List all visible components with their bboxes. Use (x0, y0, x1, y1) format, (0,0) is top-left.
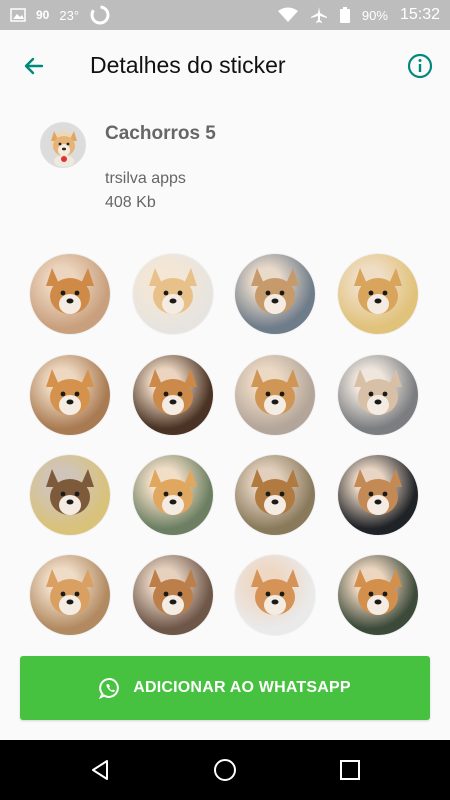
sticker-item[interactable] (235, 254, 315, 334)
image-notification-icon (10, 8, 26, 22)
status-bar: 90 23° 90% 15:32 (0, 0, 450, 30)
airplane-icon (310, 7, 327, 23)
sticker-item[interactable] (30, 254, 110, 334)
page-title: Detalhes do sticker (90, 52, 286, 78)
battery-percent: 90% (361, 7, 388, 23)
sync-icon (90, 5, 110, 25)
info-button[interactable] (406, 52, 434, 80)
sticker-grid (30, 254, 420, 635)
navigation-bar (0, 740, 450, 800)
sticker-item[interactable] (235, 455, 315, 535)
sticker-item[interactable] (133, 555, 213, 635)
status-number: 90 (36, 8, 50, 22)
nav-home-icon (214, 759, 236, 781)
sticker-item[interactable] (133, 355, 213, 435)
sticker-item[interactable] (133, 455, 213, 535)
clock: 15:32 (399, 6, 440, 23)
corgi-sticker-image (251, 369, 299, 415)
corgi-sticker-image (46, 469, 94, 515)
sticker-item[interactable] (30, 355, 110, 435)
pack-size: 408 Kb (105, 194, 156, 211)
corgi-sticker-image (149, 268, 197, 314)
add-button-label: ADICIONAR AO WHATSAPP (133, 679, 351, 696)
info-icon (407, 53, 433, 79)
sticker-item[interactable] (235, 355, 315, 435)
sticker-item[interactable] (133, 254, 213, 334)
pack-author: trsilva apps (105, 170, 186, 187)
nav-home-button[interactable] (213, 758, 237, 782)
corgi-sticker-image (354, 369, 402, 415)
corgi-sticker-image (354, 569, 402, 615)
battery-icon (339, 7, 350, 23)
corgi-sticker-image (149, 369, 197, 415)
add-to-whatsapp-button[interactable]: ADICIONAR AO WHATSAPP (20, 656, 430, 720)
pack-name: Cachorros 5 (105, 123, 216, 144)
corgi-sticker-image (354, 268, 402, 314)
nav-recents-icon (340, 760, 360, 780)
sticker-item[interactable] (338, 254, 418, 334)
corgi-sticker-image (354, 469, 402, 515)
corgi-sticker-image (46, 268, 94, 314)
sticker-item[interactable] (235, 555, 315, 635)
nav-recents-button[interactable] (339, 759, 361, 781)
sticker-item[interactable] (30, 555, 110, 635)
pack-tray-image (40, 122, 86, 168)
corgi-sticker-image (149, 569, 197, 615)
sticker-item[interactable] (30, 455, 110, 535)
nav-back-button[interactable] (88, 758, 112, 782)
sticker-item[interactable] (338, 555, 418, 635)
whatsapp-icon (99, 677, 120, 699)
arrow-left-icon (24, 57, 44, 75)
wifi-icon (277, 7, 298, 22)
app-bar: Detalhes do sticker (0, 30, 450, 102)
sticker-item[interactable] (338, 455, 418, 535)
temperature: 23° (59, 7, 80, 23)
back-button[interactable] (20, 52, 48, 80)
corgi-sticker-image (251, 268, 299, 314)
corgi-sticker-image (46, 369, 94, 415)
corgi-sticker-image (251, 569, 299, 615)
nav-back-icon (92, 760, 108, 780)
corgi-sticker-image (149, 469, 197, 515)
corgi-sticker-image (46, 569, 94, 615)
sticker-item[interactable] (338, 355, 418, 435)
corgi-sticker-image (251, 469, 299, 515)
